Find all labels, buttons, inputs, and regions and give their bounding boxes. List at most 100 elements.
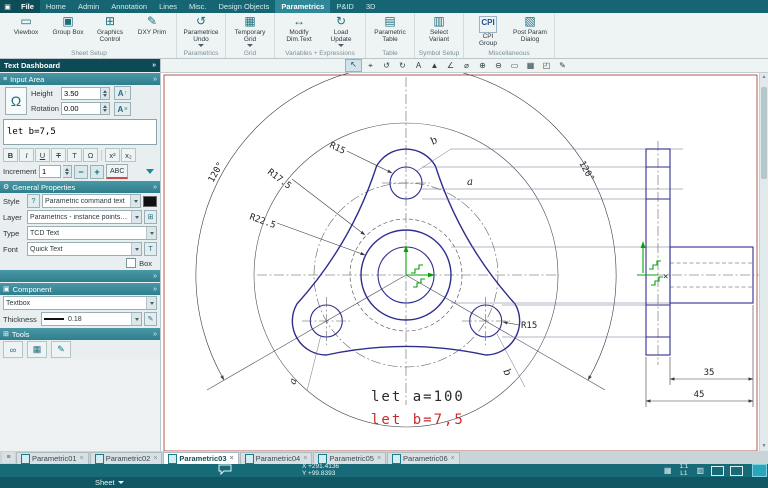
- close-icon[interactable]: ×: [153, 455, 157, 462]
- side-view[interactable]: [645, 148, 754, 356]
- parametrice-undo-button[interactable]: ↺ Parametrice Undo: [180, 13, 222, 47]
- increment-spinner[interactable]: [63, 165, 72, 178]
- collapse-icon[interactable]: »: [153, 76, 157, 83]
- table-tool-button[interactable]: ▦: [27, 341, 47, 358]
- chevron-down-icon[interactable]: [146, 169, 154, 174]
- menu-misc[interactable]: Misc.: [183, 0, 213, 13]
- bold-button[interactable]: B: [3, 148, 18, 162]
- subscript-button[interactable]: x₂: [121, 148, 136, 162]
- superscript-button[interactable]: x²: [105, 148, 120, 162]
- font-dropdown[interactable]: Quick Text: [27, 242, 142, 256]
- cpi-group-button[interactable]: CPI CPI Group: [467, 13, 509, 47]
- italic-button[interactable]: I: [19, 148, 34, 162]
- tab-list-button[interactable]: ≡: [2, 452, 15, 463]
- new-sheet-button[interactable]: [752, 464, 767, 477]
- grid-toggle-button[interactable]: ▦: [523, 60, 538, 71]
- thickness-dropdown[interactable]: 0.18: [41, 312, 142, 326]
- scale-readout[interactable]: 1:1 L1: [679, 463, 688, 477]
- collapse-icon[interactable]: »: [153, 331, 157, 338]
- menu-lines[interactable]: Lines: [153, 0, 183, 13]
- scroll-down-icon[interactable]: ▼: [760, 442, 768, 451]
- drawing-canvas-area[interactable]: R15 R17.5 R22.5 120° 120° R15 b a b a 35…: [161, 73, 768, 451]
- edit-tool-button[interactable]: ✎: [51, 341, 71, 358]
- section-header-input-area[interactable]: ≡ Input Area »: [0, 73, 160, 85]
- post-param-dialog-button[interactable]: ▧ Post Param Dialog: [509, 13, 551, 43]
- zoom-window-button[interactable]: ▭: [507, 60, 522, 71]
- underline-button[interactable]: U: [35, 148, 50, 162]
- graphics-control-button[interactable]: ⊞ Graphics Control: [89, 13, 131, 43]
- group-box-button[interactable]: ▣ Group Box: [47, 13, 89, 36]
- tab-parametric01[interactable]: Parametric01 ×: [16, 452, 89, 464]
- layer-settings-button[interactable]: ⊞: [144, 210, 157, 224]
- rotation-spinner[interactable]: [101, 102, 110, 115]
- height-spinner[interactable]: [101, 87, 110, 100]
- redo-button[interactable]: ↻: [395, 60, 410, 71]
- text-input[interactable]: [3, 119, 157, 145]
- text-height-up-button[interactable]: A ↑: [114, 86, 131, 100]
- style-dropdown[interactable]: Parametric command text: [42, 194, 141, 208]
- layer-dropdown[interactable]: Parametrics - instance points,table: [27, 210, 142, 224]
- collapse-icon[interactable]: »: [153, 273, 157, 280]
- close-icon[interactable]: ×: [451, 455, 455, 462]
- sheet-selector[interactable]: Sheet: [95, 478, 124, 487]
- symbol-button[interactable]: Ω: [83, 148, 98, 162]
- spellcheck-button[interactable]: ABC: [106, 164, 129, 179]
- section-header-collapsed[interactable]: »: [0, 270, 160, 282]
- style-help-button[interactable]: ?: [27, 194, 40, 208]
- tab-parametric06[interactable]: Parametric06 ×: [387, 452, 460, 464]
- text-fit-button[interactable]: A ≡: [114, 102, 131, 116]
- close-icon[interactable]: ×: [377, 455, 381, 462]
- close-icon[interactable]: ×: [303, 455, 307, 462]
- parametric-table-button[interactable]: ▤ Parametric Table: [369, 13, 411, 43]
- select-variant-button[interactable]: ▥ Select Variant: [418, 13, 460, 43]
- panel-pin-icon[interactable]: »: [152, 62, 156, 69]
- scrollbar-thumb[interactable]: [761, 87, 767, 179]
- corner-tool-button[interactable]: ◰: [539, 60, 554, 71]
- diameter-tool-button[interactable]: ⌀: [459, 60, 474, 71]
- vertical-scrollbar[interactable]: ▲ ▼: [759, 73, 768, 451]
- component-dropdown[interactable]: Textbox: [3, 296, 157, 310]
- viewbox-button[interactable]: ▭ Viewbox: [5, 13, 47, 36]
- param-text-b[interactable]: let b=7,5: [371, 412, 465, 428]
- omega-symbol-button[interactable]: Ω: [5, 87, 27, 115]
- dxy-prim-button[interactable]: ✎ DXY Prim: [131, 13, 173, 36]
- chat-icon[interactable]: [218, 464, 232, 477]
- vertical-text-button[interactable]: T: [67, 148, 82, 162]
- menu-annotation[interactable]: Annotation: [105, 0, 153, 13]
- target-tool-button[interactable]: ⌖: [363, 60, 378, 71]
- strikethrough-button[interactable]: T: [51, 148, 66, 162]
- param-text-a[interactable]: let a=100: [371, 389, 465, 405]
- tab-parametric03[interactable]: Parametric03 ×: [163, 452, 239, 464]
- edit-tool-button[interactable]: ✎: [555, 60, 570, 71]
- load-update-button[interactable]: ↻ Load Update: [320, 13, 362, 47]
- angle-tool-button[interactable]: ∠: [443, 60, 458, 71]
- section-header-tools[interactable]: ⊞ Tools »: [0, 328, 160, 340]
- menu-design-objects[interactable]: Design Objects: [213, 0, 276, 13]
- box-checkbox[interactable]: [126, 258, 137, 268]
- menu-admin[interactable]: Admin: [72, 0, 105, 13]
- decrement-button[interactable]: −: [74, 164, 88, 179]
- snap-grid-icon[interactable]: ▦: [664, 466, 672, 475]
- collapse-icon[interactable]: »: [153, 286, 157, 293]
- tab-parametric02[interactable]: Parametric02 ×: [89, 452, 163, 464]
- menu-home[interactable]: Home: [40, 0, 72, 13]
- collapse-icon[interactable]: »: [153, 184, 157, 191]
- find-tool-button[interactable]: ∞: [3, 341, 23, 358]
- close-icon[interactable]: ×: [80, 455, 84, 462]
- menu-file[interactable]: File: [15, 0, 40, 13]
- temporary-grid-button[interactable]: ▦ Temporary Grid: [229, 13, 271, 47]
- app-icon[interactable]: ▣: [0, 0, 15, 13]
- fill-tool-button[interactable]: ▲: [427, 60, 442, 71]
- menu-pid[interactable]: P&ID: [330, 0, 360, 13]
- increment-field[interactable]: [39, 165, 61, 178]
- menu-3d[interactable]: 3D: [360, 0, 382, 13]
- display-icon[interactable]: [730, 465, 743, 476]
- increment-button[interactable]: +: [90, 164, 104, 179]
- drawing-canvas[interactable]: R15 R17.5 R22.5 120° 120° R15 b a b a 35…: [161, 73, 761, 451]
- thickness-edit-button[interactable]: ✎: [144, 312, 157, 326]
- close-icon[interactable]: ×: [230, 455, 234, 462]
- zoom-out-button[interactable]: ⊖: [491, 60, 506, 71]
- undo-button[interactable]: ↺: [379, 60, 394, 71]
- height-field[interactable]: [61, 87, 101, 100]
- type-dropdown[interactable]: TCD Text: [27, 226, 157, 240]
